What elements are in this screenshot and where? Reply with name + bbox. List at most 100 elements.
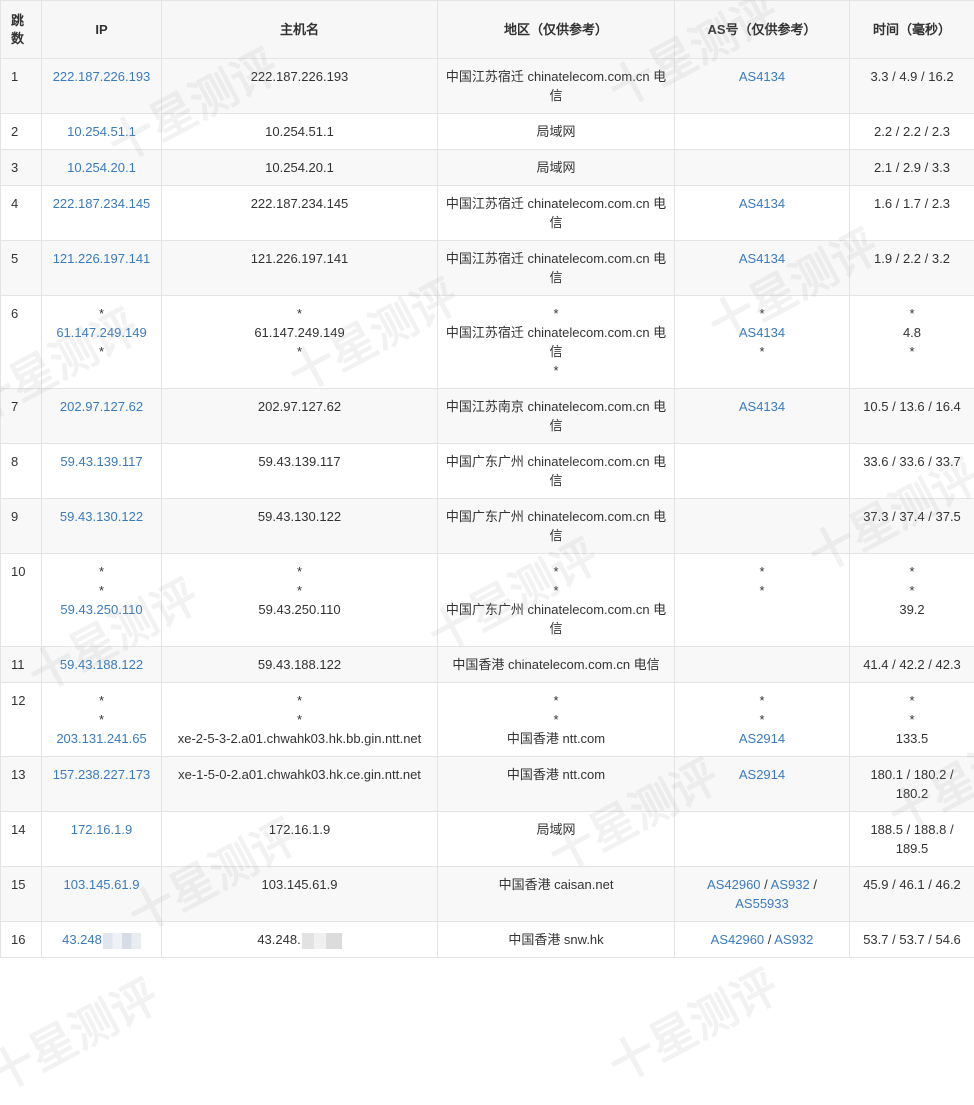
as-cell: AS42960 / AS932 / AS55933 <box>675 867 850 922</box>
as-link[interactable]: AS4134 <box>739 325 785 340</box>
ip-value: 172.16.1.9 <box>71 822 132 837</box>
as-line: AS4134 <box>681 249 843 268</box>
as-link[interactable]: AS932 <box>771 877 810 892</box>
hop-number: 7 <box>1 389 42 444</box>
ip-link[interactable]: 203.131.241.65 <box>48 729 155 748</box>
as-cell <box>675 150 850 186</box>
table-row: 1643.24843.248.中国香港 snw.hkAS42960 / AS93… <box>1 922 974 958</box>
ip-value: 103.145.61.9 <box>64 877 140 892</box>
ip-value: * <box>99 712 104 727</box>
as-link[interactable]: AS4134 <box>739 69 785 84</box>
hostname-text: 43.248. <box>168 930 431 949</box>
table-row: 6*61.147.249.149**61.147.249.149**中国江苏宿迁… <box>1 296 974 389</box>
hostname-value: 59.43.130.122 <box>258 509 341 524</box>
ip-cell: 222.187.234.145 <box>42 186 162 241</box>
as-link[interactable]: AS2914 <box>739 767 785 782</box>
hostname-cell: 121.226.197.141 <box>162 241 438 296</box>
hostname-cell: 202.97.127.62 <box>162 389 438 444</box>
table-row: 15103.145.61.9103.145.61.9中国香港 caisan.ne… <box>1 867 974 922</box>
time-cell: *4.8* <box>850 296 974 389</box>
region-cell: **中国广东广州 chinatelecom.com.cn 电信 <box>438 554 675 647</box>
region-cell: 中国香港 ntt.com <box>438 757 675 812</box>
as-line: * <box>681 342 843 361</box>
ip-value: 222.187.226.193 <box>53 69 151 84</box>
region-text: 中国广东广州 chinatelecom.com.cn 电信 <box>444 452 668 490</box>
ip-link[interactable]: 172.16.1.9 <box>48 820 155 839</box>
time-text: 37.3 / 37.4 / 37.5 <box>856 507 968 526</box>
hostname-cell: 59.43.188.122 <box>162 647 438 683</box>
time-text: 4.8 <box>856 323 968 342</box>
region-text: 中国香港 chinatelecom.com.cn 电信 <box>444 655 668 674</box>
header-hostname: 主机名 <box>162 1 438 59</box>
region-text: * <box>444 581 668 600</box>
region-text: * <box>444 710 668 729</box>
as-cell: AS2914 <box>675 757 850 812</box>
ip-link[interactable]: 59.43.188.122 <box>48 655 155 674</box>
table-row: 310.254.20.110.254.20.1局域网2.1 / 2.9 / 3.… <box>1 150 974 186</box>
ip-link[interactable]: 202.97.127.62 <box>48 397 155 416</box>
ip-link[interactable]: 59.43.139.117 <box>48 452 155 471</box>
hostname-text: 59.43.250.110 <box>168 600 431 619</box>
ip-cell: 59.43.130.122 <box>42 499 162 554</box>
as-cell <box>675 444 850 499</box>
hostname-cell: 59.43.139.117 <box>162 444 438 499</box>
table-row: 13 157.238.227.173 xe-1-5-0-2.a01.chwahk03… <box>1 757 974 812</box>
hop-number: 1 <box>1 59 42 114</box>
region-text: 中国香港 ntt.com <box>444 765 668 784</box>
table-row: 12**203.131.241.65**xe-2-5-3-2.a01.chwah… <box>1 683 974 757</box>
hostname-cell: 43.248. <box>162 922 438 958</box>
as-cell: AS42960 / AS932 <box>675 922 850 958</box>
ip-link[interactable]: 59.43.130.122 <box>48 507 155 526</box>
hostname-text: * <box>168 691 431 710</box>
hop-number: 13 <box>1 757 42 812</box>
as-text: * <box>759 583 764 598</box>
as-link[interactable]: AS4134 <box>739 251 785 266</box>
ip-link[interactable]: 10.254.51.1 <box>48 122 155 141</box>
hostname-value: * <box>297 583 302 598</box>
as-line: AS42960 / AS932 <box>681 930 843 949</box>
region-cell: 中国香港 chinatelecom.com.cn 电信 <box>438 647 675 683</box>
ip-link[interactable]: 103.145.61.9 <box>48 875 155 894</box>
as-link[interactable]: AS42960 <box>707 877 761 892</box>
as-cell: AS4134 <box>675 241 850 296</box>
as-link[interactable]: AS42960 <box>711 932 765 947</box>
time-text: 133.5 <box>856 729 968 748</box>
time-cell: 41.4 / 42.2 / 42.3 <box>850 647 974 683</box>
time-text: 2.2 / 2.2 / 2.3 <box>856 122 968 141</box>
as-link[interactable]: AS4134 <box>739 399 785 414</box>
as-link[interactable]: AS2914 <box>739 731 785 746</box>
hostname-text: 10.254.51.1 <box>168 122 431 141</box>
time-cell: **133.5 <box>850 683 974 757</box>
time-cell: 45.9 / 46.1 / 46.2 <box>850 867 974 922</box>
region-text: 局域网 <box>444 820 668 839</box>
hostname-value: 172.16.1.9 <box>269 822 330 837</box>
hostname-cell: xe-1-5-0-2.a01.chwahk03.hk.ce.gin.ntt.ne… <box>162 757 438 812</box>
region-text: * <box>444 562 668 581</box>
ip-link[interactable]: 222.187.234.145 <box>48 194 155 213</box>
time-text: 45.9 / 46.1 / 46.2 <box>856 875 968 894</box>
region-text: 中国江苏宿迁 chinatelecom.com.cn 电信 <box>444 323 668 361</box>
ip-text: * <box>48 710 155 729</box>
hostname-value: * <box>297 693 302 708</box>
ip-link[interactable]: 222.187.226.193 <box>48 67 155 86</box>
hostname-value: * <box>297 306 302 321</box>
ip-link[interactable]: 10.254.20.1 <box>48 158 155 177</box>
as-line: AS2914 <box>681 765 843 784</box>
ip-link[interactable]: 121.226.197.141 <box>48 249 155 268</box>
hostname-text: 61.147.249.149 <box>168 323 431 342</box>
ip-link[interactable]: 59.43.250.110 <box>48 600 155 619</box>
ip-link[interactable]: 43.248 <box>48 930 155 949</box>
ip-link[interactable]: 61.147.249.149 <box>48 323 155 342</box>
as-link[interactable]: AS55933 <box>735 896 789 911</box>
as-link[interactable]: AS4134 <box>739 196 785 211</box>
as-link[interactable]: AS932 <box>774 932 813 947</box>
as-cell: *AS4134* <box>675 296 850 389</box>
region-text: 中国广东广州 chinatelecom.com.cn 电信 <box>444 600 668 638</box>
time-cell: **39.2 <box>850 554 974 647</box>
table-header-row: 跳数 IP 主机名 地区（仅供参考） AS号（仅供参考） 时间（毫秒） <box>1 1 974 59</box>
ip-link[interactable]: 157.238.227.173 <box>48 765 155 784</box>
time-cell: 2.2 / 2.2 / 2.3 <box>850 114 974 150</box>
time-cell: 3.3 / 4.9 / 16.2 <box>850 59 974 114</box>
as-cell: AS4134 <box>675 59 850 114</box>
time-text: 41.4 / 42.2 / 42.3 <box>856 655 968 674</box>
